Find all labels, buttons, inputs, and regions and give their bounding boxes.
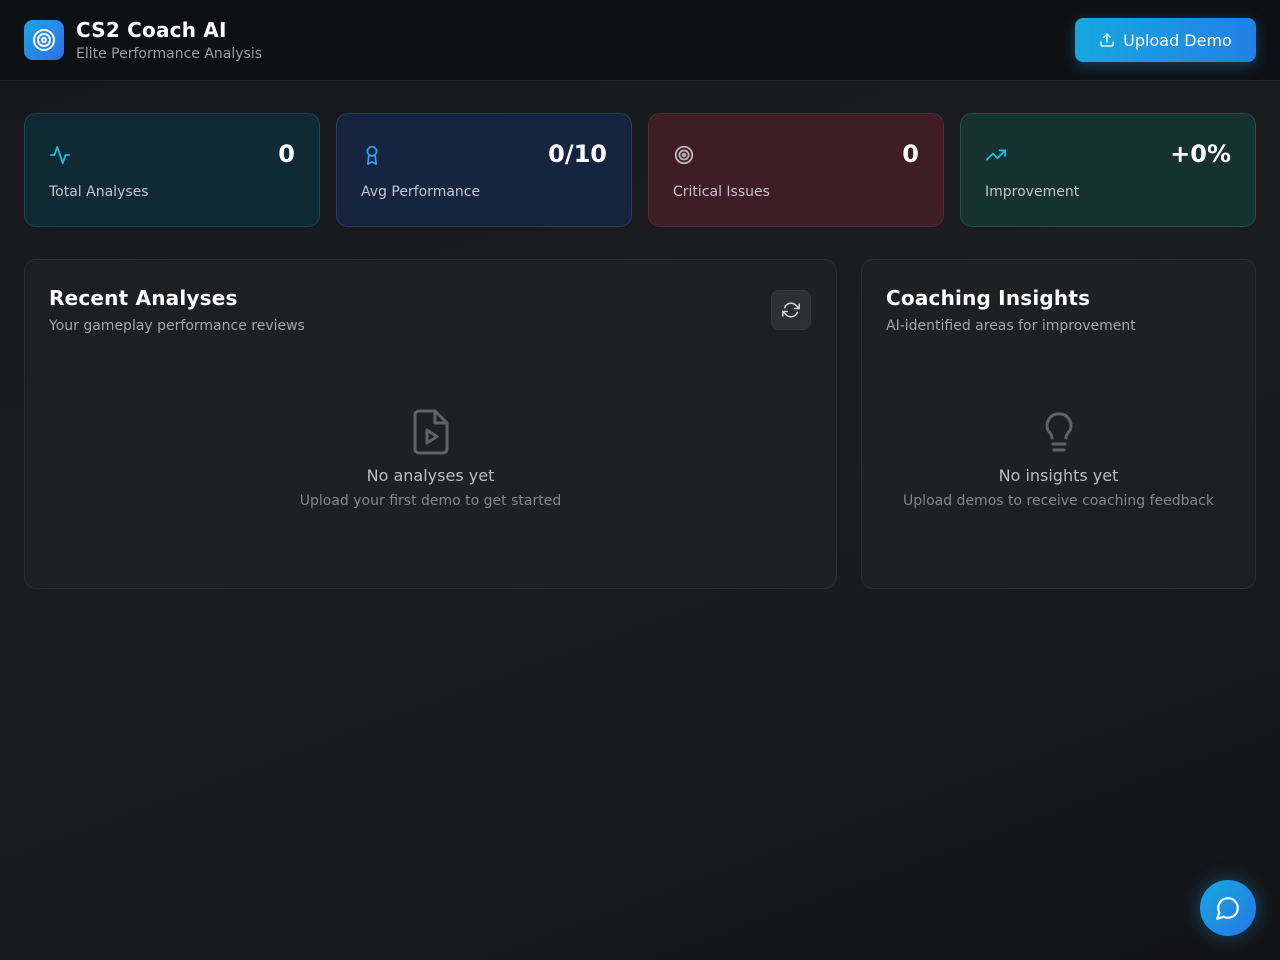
file-video-icon bbox=[411, 408, 451, 456]
stat-card-avg-performance: 0/10 Avg Performance bbox=[336, 113, 632, 227]
target-icon bbox=[24, 20, 64, 60]
stat-label: Improvement bbox=[985, 184, 1080, 200]
app-subtitle: Elite Performance Analysis bbox=[76, 46, 263, 62]
chat-button[interactable] bbox=[1200, 880, 1256, 936]
app-title: CS2 Coach AI bbox=[76, 18, 227, 42]
stat-card-total-analyses: 0 Total Analyses bbox=[24, 113, 320, 227]
panel-subtitle: AI-identified areas for improvement bbox=[886, 318, 1136, 334]
empty-state: No insights yet Upload demos to receive … bbox=[862, 408, 1255, 509]
target-icon bbox=[673, 144, 695, 166]
upload-icon bbox=[1099, 32, 1115, 48]
panel-subtitle: Your gameplay performance reviews bbox=[49, 318, 305, 334]
panel-title: Recent Analyses bbox=[49, 286, 238, 310]
stat-label: Avg Performance bbox=[361, 184, 481, 200]
award-icon bbox=[361, 144, 383, 166]
panel-title: Coaching Insights bbox=[886, 286, 1091, 310]
stat-value: +0% bbox=[1170, 140, 1231, 168]
app-header: CS2 Coach AI Elite Performance Analysis … bbox=[0, 0, 1280, 81]
refresh-icon bbox=[782, 301, 800, 319]
stat-value: 0 bbox=[902, 140, 919, 168]
empty-subtitle: Upload your first demo to get started bbox=[299, 493, 562, 509]
empty-title: No analyses yet bbox=[366, 466, 495, 485]
activity-icon bbox=[49, 144, 71, 166]
coaching-insights-panel: Coaching Insights AI-identified areas fo… bbox=[861, 259, 1256, 589]
stat-card-improvement: +0% Improvement bbox=[960, 113, 1256, 227]
recent-analyses-panel: Recent Analyses Your gameplay performanc… bbox=[24, 259, 837, 589]
trending-up-icon bbox=[985, 144, 1007, 166]
stat-value: 0 bbox=[278, 140, 295, 168]
stat-value: 0/10 bbox=[548, 140, 607, 168]
upload-demo-label: Upload Demo bbox=[1123, 30, 1232, 50]
empty-title: No insights yet bbox=[998, 466, 1119, 485]
empty-subtitle: Upload demos to receive coaching feedbac… bbox=[903, 493, 1214, 509]
stat-card-critical-issues: 0 Critical Issues bbox=[648, 113, 944, 227]
stat-label: Critical Issues bbox=[673, 184, 770, 200]
empty-state: No analyses yet Upload your first demo t… bbox=[25, 408, 836, 509]
upload-demo-button[interactable]: Upload Demo bbox=[1075, 18, 1256, 62]
refresh-button[interactable] bbox=[771, 290, 811, 330]
stat-label: Total Analyses bbox=[49, 184, 149, 200]
lightbulb-icon bbox=[1039, 408, 1079, 456]
chat-icon bbox=[1215, 895, 1241, 921]
